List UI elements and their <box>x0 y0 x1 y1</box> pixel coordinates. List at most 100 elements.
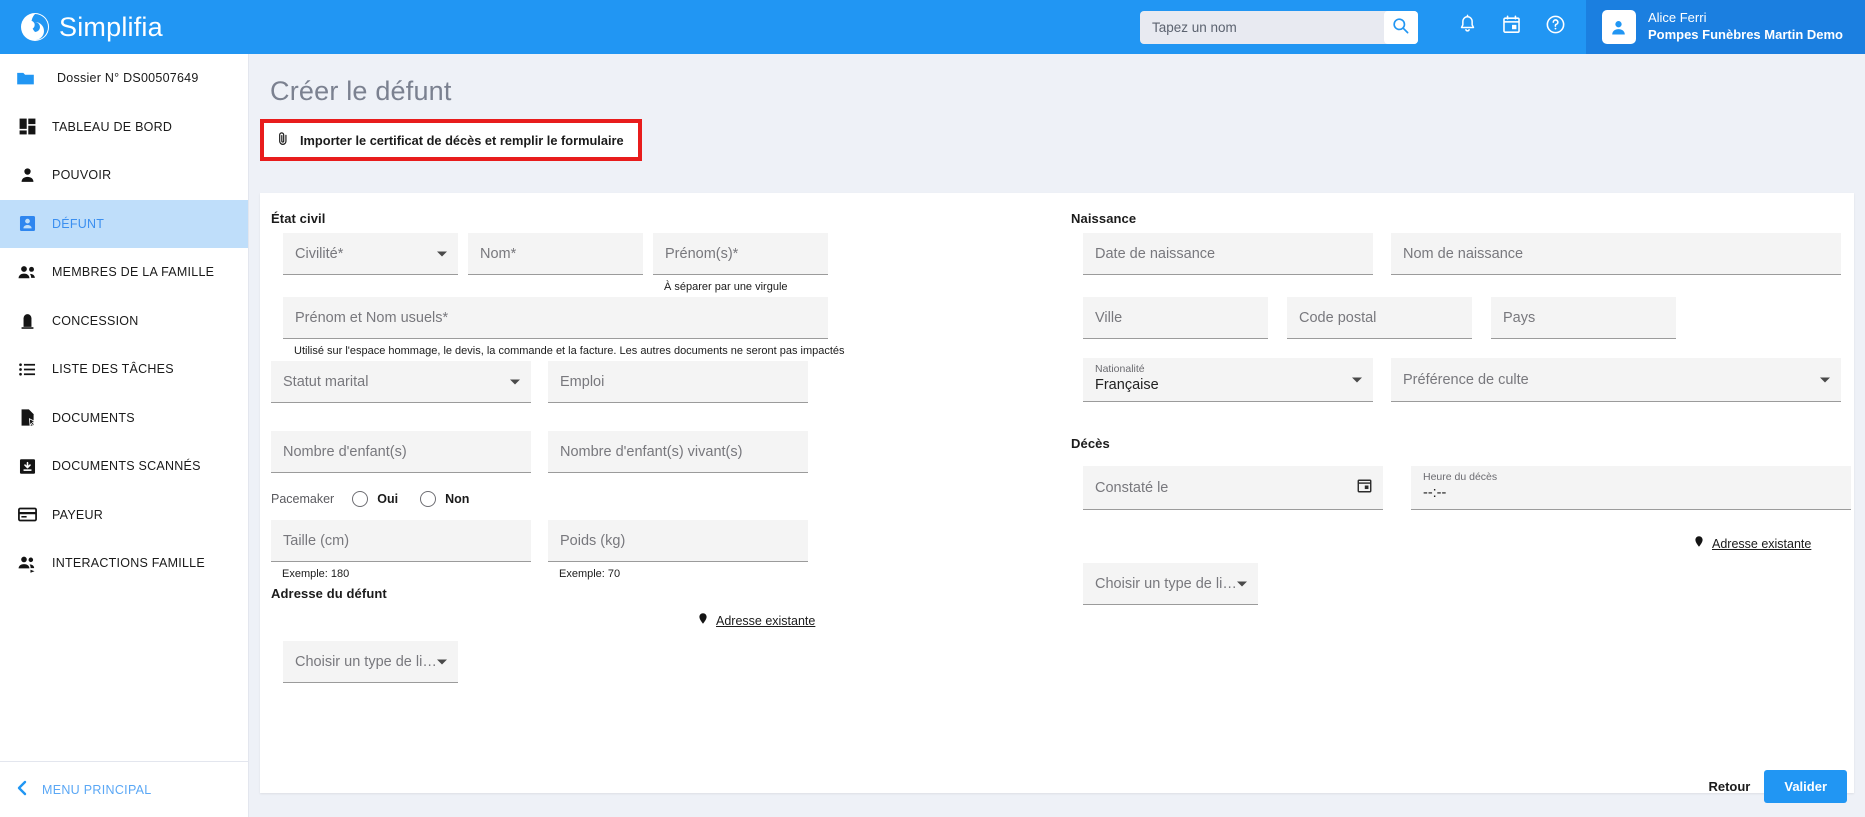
ville-placeholder: Ville <box>1095 309 1123 326</box>
emploi-field[interactable]: Emploi <box>548 361 808 403</box>
location-pin-icon <box>697 611 709 631</box>
sidebar: Dossier N° DS00507649 TABLEAU DE BORD PO… <box>0 54 249 817</box>
sidebar-item-label: DOCUMENTS SCANNÉS <box>52 459 201 474</box>
dashboard-icon <box>14 117 40 136</box>
pays-field[interactable]: Pays <box>1491 297 1676 339</box>
chevron-left-icon <box>16 780 28 799</box>
credit-card-icon <box>14 504 40 525</box>
sidebar-item-label: TABLEAU DE BORD <box>52 119 173 134</box>
user-name: Alice Ferri <box>1647 10 1707 26</box>
constate-le-field[interactable]: Constaté le <box>1083 466 1383 510</box>
prenom-nom-usuels-field[interactable]: Prénom et Nom usuels* <box>283 297 828 339</box>
calendar-icon[interactable] <box>1356 477 1373 499</box>
adresse-type-lieu-select[interactable]: Choisir un type de li… <box>283 641 458 683</box>
people-icon <box>14 262 40 283</box>
brand[interactable]: Simplifia <box>0 12 249 43</box>
chevron-down-icon <box>437 251 447 256</box>
import-certificate-label: Importer le certificat de décès et rempl… <box>300 132 624 148</box>
sidebar-item-interactions-famille[interactable]: INTERACTIONS FAMILLE <box>0 539 248 588</box>
user-profile[interactable]: Alice Ferri Pompes Funèbres Martin Demo <box>1585 0 1865 54</box>
menu-principal-button[interactable]: MENU PRINCIPAL <box>0 761 248 817</box>
sidebar-item-defunt[interactable]: DÉFUNT <box>0 199 248 248</box>
emploi-placeholder: Emploi <box>560 373 605 390</box>
civilite-placeholder: Civilité* <box>295 245 344 262</box>
nationalite-value: Française <box>1095 377 1159 393</box>
sidebar-item-tableau-de-bord[interactable]: TABLEAU DE BORD <box>0 103 248 152</box>
badge-person-icon <box>14 214 40 233</box>
people-arrow-icon <box>14 553 40 574</box>
import-certificate-button[interactable]: Importer le certificat de décès et rempl… <box>264 123 638 157</box>
pacemaker-radio-group: Pacemaker Oui Non <box>271 491 491 507</box>
nationalite-select[interactable]: Nationalité Française <box>1083 358 1373 402</box>
code-postal-field[interactable]: Code postal <box>1287 297 1472 339</box>
adresse-existante-label: Adresse existante <box>716 614 816 628</box>
notifications-button[interactable] <box>1446 0 1490 54</box>
calendar-button[interactable] <box>1490 0 1534 54</box>
chevron-down-icon <box>1820 377 1830 382</box>
location-pin-icon <box>1693 534 1705 554</box>
nombre-enfants-vivants-placeholder: Nombre d'enfant(s) vivant(s) <box>560 443 743 460</box>
heure-deces-field[interactable]: Heure du décès --:-- <box>1411 466 1851 510</box>
sidebar-item-label: CONCESSION <box>52 313 139 328</box>
deces-type-lieu-placeholder: Choisir un type de li… <box>1095 575 1237 592</box>
sidebar-item-documents-scannes[interactable]: DOCUMENTS SCANNÉS <box>0 442 248 491</box>
prenoms-hint: À séparer par une virgule <box>664 281 788 293</box>
pacemaker-label: Pacemaker <box>271 492 335 506</box>
poids-hint: Exemple: 70 <box>559 568 621 580</box>
nom-naissance-field[interactable]: Nom de naissance <box>1391 233 1841 275</box>
search-icon <box>1391 16 1410 38</box>
deces-type-lieu-select[interactable]: Choisir un type de li… <box>1083 563 1258 605</box>
help-button[interactable] <box>1534 0 1578 54</box>
section-title-adresse-defunt: Adresse du défunt <box>271 586 387 601</box>
code-postal-placeholder: Code postal <box>1299 309 1377 326</box>
sidebar-item-membres-famille[interactable]: MEMBRES DE LA FAMILLE <box>0 248 248 297</box>
search-button[interactable] <box>1383 10 1418 44</box>
sidebar-item-payeur[interactable]: PAYEUR <box>0 491 248 540</box>
section-title-deces: Décès <box>1071 436 1110 451</box>
sidebar-item-label: DOCUMENTS <box>52 410 135 425</box>
chevron-down-icon <box>1352 377 1362 382</box>
pacemaker-radio-oui[interactable] <box>352 491 369 507</box>
chevron-down-icon <box>510 379 520 384</box>
paperclip-icon <box>275 130 290 150</box>
deceased-form-card: État civil Civilité* Nom* Prénom(s)* À s… <box>260 193 1854 793</box>
heure-deces-value: --:-- <box>1423 485 1447 501</box>
civilite-select[interactable]: Civilité* <box>283 233 458 275</box>
taille-field[interactable]: Taille (cm) <box>271 520 531 562</box>
retour-button[interactable]: Retour <box>1694 771 1764 802</box>
adresse-existante-link-deces[interactable]: Adresse existante <box>1693 534 1811 554</box>
date-naissance-field[interactable]: Date de naissance <box>1083 233 1373 275</box>
heure-deces-label: Heure du décès <box>1423 471 1498 483</box>
poids-field[interactable]: Poids (kg) <box>548 520 808 562</box>
pacemaker-radio-non[interactable] <box>420 491 437 507</box>
chevron-down-icon <box>1237 581 1247 586</box>
prenoms-placeholder: Prénom(s)* <box>665 245 739 262</box>
person-icon <box>14 166 40 185</box>
constate-le-placeholder: Constaté le <box>1095 479 1169 496</box>
section-title-naissance: Naissance <box>1071 211 1137 226</box>
sidebar-item-concession[interactable]: CONCESSION <box>0 297 248 346</box>
sidebar-item-label: LISTE DES TÂCHES <box>52 362 174 377</box>
adresse-existante-link-defunt[interactable]: Adresse existante <box>697 611 815 631</box>
valider-button[interactable]: Valider <box>1764 770 1847 803</box>
prenoms-field[interactable]: Prénom(s)* <box>653 233 828 275</box>
sidebar-item-liste-taches[interactable]: LISTE DES TÂCHES <box>0 345 248 394</box>
ville-field[interactable]: Ville <box>1083 297 1268 339</box>
preference-culte-select[interactable]: Préférence de culte <box>1391 358 1841 402</box>
calendar-icon <box>1501 14 1522 40</box>
sidebar-item-documents[interactable]: DOCUMENTS <box>0 394 248 443</box>
user-text: Alice Ferri Pompes Funèbres Martin Demo <box>1648 10 1843 43</box>
sidebar-item-dossier[interactable]: Dossier N° DS00507649 <box>0 54 248 103</box>
sidebar-item-pouvoir[interactable]: POUVOIR <box>0 151 248 200</box>
pacemaker-option-non-label: Non <box>445 492 470 506</box>
nombre-enfants-vivants-field[interactable]: Nombre d'enfant(s) vivant(s) <box>548 431 808 473</box>
statut-marital-select[interactable]: Statut marital <box>271 361 531 403</box>
menu-principal-label: MENU PRINCIPAL <box>42 782 152 797</box>
preference-culte-placeholder: Préférence de culte <box>1403 371 1529 388</box>
search-input[interactable] <box>1139 19 1384 35</box>
nombre-enfants-field[interactable]: Nombre d'enfant(s) <box>271 431 531 473</box>
search-box[interactable] <box>1139 10 1418 44</box>
nom-field[interactable]: Nom* <box>468 233 643 275</box>
adresse-existante-label: Adresse existante <box>1712 537 1812 551</box>
